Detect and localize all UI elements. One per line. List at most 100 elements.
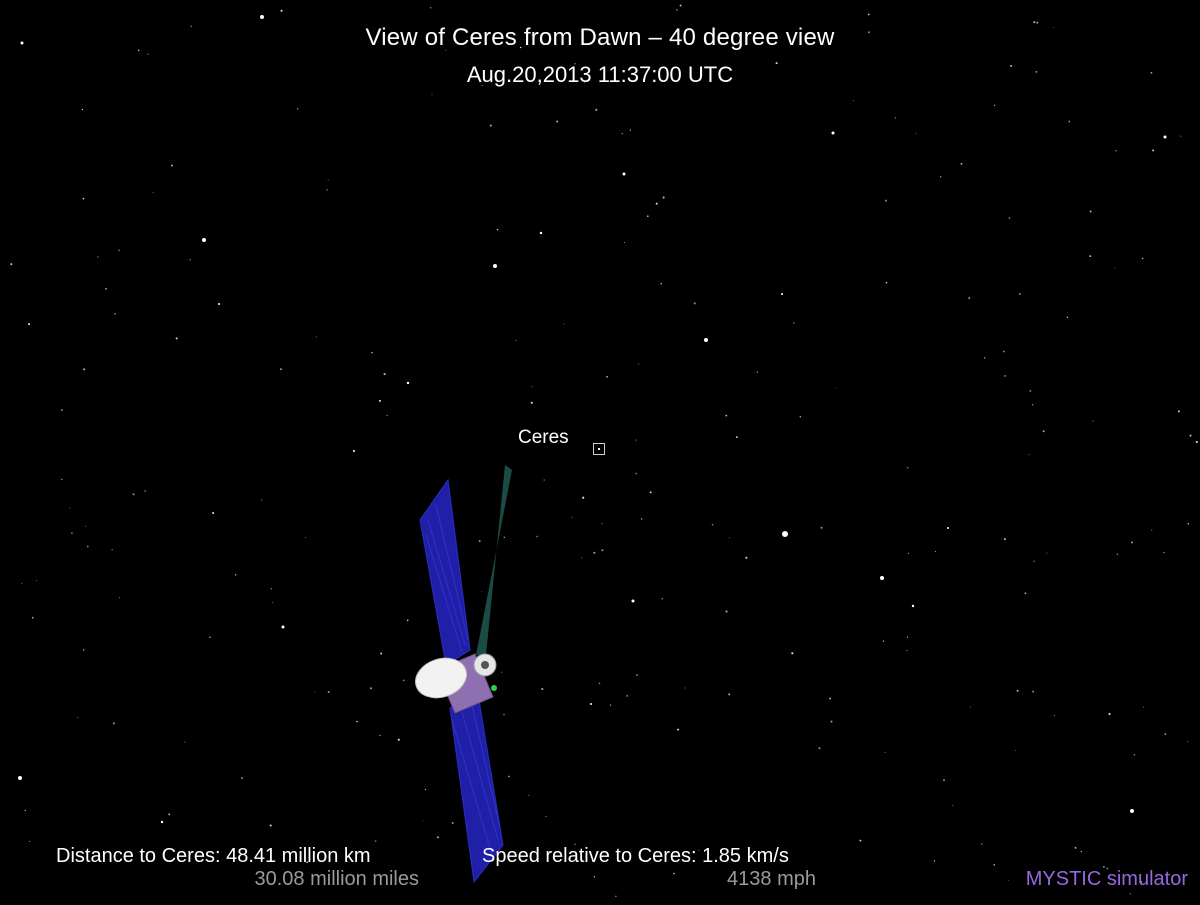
star	[598, 682, 601, 685]
star	[884, 751, 886, 754]
star	[234, 574, 237, 576]
star	[1141, 257, 1144, 260]
star	[582, 496, 585, 499]
star	[111, 549, 113, 551]
star	[1130, 809, 1134, 813]
star	[218, 303, 220, 305]
star	[431, 93, 433, 95]
star	[531, 386, 533, 388]
star	[1024, 592, 1027, 595]
star	[28, 323, 31, 326]
star	[212, 511, 215, 515]
star	[867, 13, 870, 16]
star	[590, 703, 592, 705]
star	[970, 706, 971, 708]
star	[281, 625, 285, 629]
star	[735, 436, 738, 439]
star	[606, 375, 608, 378]
star	[626, 694, 629, 697]
star	[884, 199, 887, 202]
star	[1151, 529, 1153, 531]
star	[70, 532, 73, 535]
star	[728, 693, 731, 696]
star	[1187, 522, 1190, 525]
star	[563, 323, 565, 325]
star	[1018, 292, 1021, 295]
star	[677, 728, 680, 731]
star	[818, 747, 821, 750]
star	[676, 9, 678, 11]
star	[571, 516, 573, 518]
star	[18, 776, 22, 780]
star	[144, 490, 147, 492]
star	[241, 777, 243, 780]
star	[36, 579, 38, 581]
star	[1177, 410, 1180, 413]
star	[21, 582, 23, 584]
ceres-target-marker-icon	[593, 443, 605, 455]
star	[593, 876, 596, 878]
star	[704, 338, 708, 342]
star	[260, 15, 264, 19]
star	[662, 196, 665, 199]
star	[679, 4, 682, 7]
star	[171, 164, 173, 167]
star	[356, 720, 358, 723]
star	[1016, 689, 1019, 692]
star	[623, 241, 626, 244]
star	[371, 351, 373, 354]
star	[791, 652, 794, 655]
distance-miles-readout: 30.08 million miles	[254, 868, 419, 890]
star	[530, 401, 533, 404]
star	[647, 215, 649, 217]
star	[835, 387, 837, 389]
star	[175, 337, 178, 340]
star	[829, 697, 831, 700]
star	[280, 368, 282, 371]
star	[655, 202, 658, 205]
star	[684, 687, 686, 689]
star	[87, 545, 89, 548]
star	[545, 815, 547, 818]
star	[1189, 434, 1192, 437]
star	[147, 53, 149, 55]
star	[209, 636, 211, 638]
star	[1053, 714, 1055, 716]
star	[1066, 316, 1069, 319]
star	[908, 552, 910, 554]
star	[132, 493, 135, 496]
star	[635, 439, 637, 441]
star	[326, 189, 328, 191]
star	[1004, 375, 1006, 377]
star	[981, 843, 983, 845]
star	[515, 339, 517, 341]
star	[374, 840, 377, 842]
star	[621, 132, 624, 135]
star	[82, 197, 85, 200]
star	[1089, 255, 1092, 257]
star	[601, 523, 603, 525]
star	[1108, 712, 1111, 716]
star	[880, 576, 884, 580]
star	[943, 779, 945, 782]
star	[31, 616, 34, 619]
star	[882, 640, 885, 642]
star	[1042, 430, 1045, 433]
spacecraft-indicator-light	[491, 685, 497, 691]
star	[640, 518, 643, 520]
star	[1163, 135, 1167, 139]
star	[935, 551, 937, 553]
star	[24, 809, 26, 812]
star	[673, 872, 675, 875]
star	[1116, 553, 1119, 555]
ion-engine-nozzle	[481, 661, 489, 669]
star	[638, 363, 640, 365]
star	[508, 775, 510, 778]
star	[10, 263, 13, 266]
star	[114, 313, 116, 315]
star	[327, 690, 330, 694]
star	[406, 619, 409, 622]
star	[369, 687, 372, 690]
star	[1003, 538, 1006, 541]
star	[424, 788, 426, 791]
